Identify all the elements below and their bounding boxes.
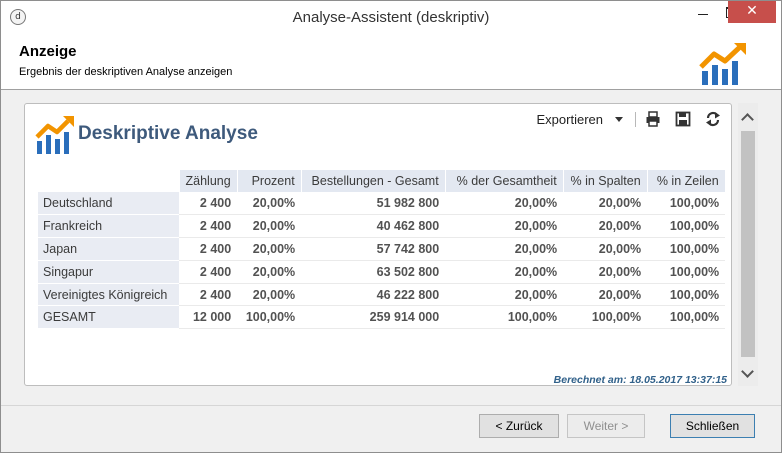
page-title: Anzeige (19, 43, 77, 60)
table-cell: 100,00% (647, 214, 726, 239)
next-button[interactable]: Weiter > (567, 414, 645, 438)
table-row: Singapur 2 400 20,00% 63 502 800 20,00% … (38, 260, 726, 284)
row-header: Japan (38, 237, 179, 261)
table-row: Frankreich 2 400 20,00% 40 462 800 20,00… (38, 214, 726, 239)
save-icon[interactable] (675, 111, 691, 127)
row-header: Deutschland (38, 192, 179, 216)
table-cell: 20,00% (445, 192, 564, 216)
table-cell: 259 914 000 (301, 305, 446, 330)
table-cell: 20,00% (237, 237, 302, 261)
vertical-scrollbar[interactable] (738, 103, 758, 386)
analysis-wizard-window: d Analyse-Assistent (deskriptiv) ✕ Anzei… (0, 0, 782, 453)
analytics-trend-icon (699, 43, 746, 85)
table-cell: 100,00% (563, 305, 648, 330)
column-header: Zählung (179, 170, 238, 192)
table-header-row: Zählung Prozent Bestellungen - Gesamt % … (38, 170, 726, 192)
toolbar-divider (635, 111, 636, 127)
title-bar[interactable]: d Analyse-Assistent (deskriptiv) ✕ (1, 1, 781, 33)
close-window-button[interactable]: ✕ (728, 1, 776, 23)
table-cell: 12 000 (179, 305, 238, 330)
table-cell: 20,00% (563, 237, 648, 261)
scroll-up-icon[interactable] (738, 111, 758, 125)
table-cell: 57 742 800 (301, 237, 446, 261)
table-cell: 100,00% (647, 237, 726, 261)
table-row: Vereinigtes Königreich 2 400 20,00% 46 2… (38, 283, 726, 307)
window-title: Analyse-Assistent (deskriptiv) (292, 9, 490, 26)
close-button[interactable]: Schließen (670, 414, 755, 438)
table-cell: 20,00% (563, 260, 648, 284)
results-panel: Exportieren Deskriptive Analyse Zählung … (24, 103, 732, 386)
table-cell: 40 462 800 (301, 214, 446, 239)
chevron-down-icon (615, 116, 623, 122)
computed-timestamp: Berechnet am: 18.05.2017 13:37:15 (553, 374, 727, 386)
table-cell: 20,00% (445, 260, 564, 284)
table-cell: 51 982 800 (301, 192, 446, 216)
table-cell: 20,00% (237, 214, 302, 239)
table-cell: 2 400 (179, 214, 238, 239)
scroll-down-icon[interactable] (738, 366, 758, 380)
table-row-total: GESAMT 12 000 100,00% 259 914 000 100,00… (38, 305, 726, 330)
export-label: Exportieren (536, 111, 603, 127)
table-cell: 100,00% (237, 305, 302, 330)
analytics-trend-icon (35, 116, 74, 154)
table-cell: 20,00% (445, 214, 564, 239)
table-cell: 20,00% (237, 260, 302, 284)
table-cell: 100,00% (647, 283, 726, 307)
table-cell: 100,00% (445, 305, 564, 330)
table-cell: 63 502 800 (301, 260, 446, 284)
back-button[interactable]: < Zurück (479, 414, 559, 438)
export-dropdown[interactable]: Exportieren (537, 112, 623, 127)
table-cell: 20,00% (445, 283, 564, 307)
table-cell: 100,00% (647, 305, 726, 330)
table-cell: 2 400 (179, 192, 238, 216)
column-header: Bestellungen - Gesamt (301, 170, 446, 192)
table-corner-cell (38, 170, 180, 192)
table-cell: 2 400 (179, 283, 238, 307)
scrollbar-thumb[interactable] (741, 131, 755, 357)
column-header: % in Zeilen (647, 170, 726, 192)
table-cell: 100,00% (647, 192, 726, 216)
panel-toolbar: Exportieren (537, 109, 723, 129)
column-header: % in Spalten (563, 170, 648, 192)
print-icon[interactable] (645, 111, 661, 127)
row-header: Frankreich (38, 214, 179, 239)
table-cell: 2 400 (179, 260, 238, 284)
table-cell: 20,00% (237, 192, 302, 216)
footer-divider (1, 405, 781, 406)
table-cell: 20,00% (445, 237, 564, 261)
row-header: Vereinigtes Königreich (38, 283, 179, 307)
analysis-title: Deskriptive Analyse (78, 123, 258, 144)
table-cell: 20,00% (563, 214, 648, 239)
column-header: % der Gesamtheit (445, 170, 564, 192)
table-cell: 2 400 (179, 237, 238, 261)
table-cell: 20,00% (563, 192, 648, 216)
row-header: Singapur (38, 260, 179, 284)
table-row: Japan 2 400 20,00% 57 742 800 20,00% 20,… (38, 237, 726, 261)
table-cell: 20,00% (563, 283, 648, 307)
table-cell: 100,00% (647, 260, 726, 284)
table-cell: 20,00% (237, 283, 302, 307)
table-cell: 46 222 800 (301, 283, 446, 307)
column-header: Prozent (237, 170, 302, 192)
results-table: Zählung Prozent Bestellungen - Gesamt % … (38, 170, 726, 330)
minimize-button[interactable] (689, 1, 717, 23)
refresh-icon[interactable] (705, 111, 721, 127)
row-header: GESAMT (38, 305, 179, 330)
wizard-header: Anzeige Ergebnis der deskriptiven Analys… (1, 33, 781, 90)
table-row: Deutschland 2 400 20,00% 51 982 800 20,0… (38, 192, 726, 216)
page-subtitle: Ergebnis der deskriptiven Analyse anzeig… (19, 66, 233, 78)
